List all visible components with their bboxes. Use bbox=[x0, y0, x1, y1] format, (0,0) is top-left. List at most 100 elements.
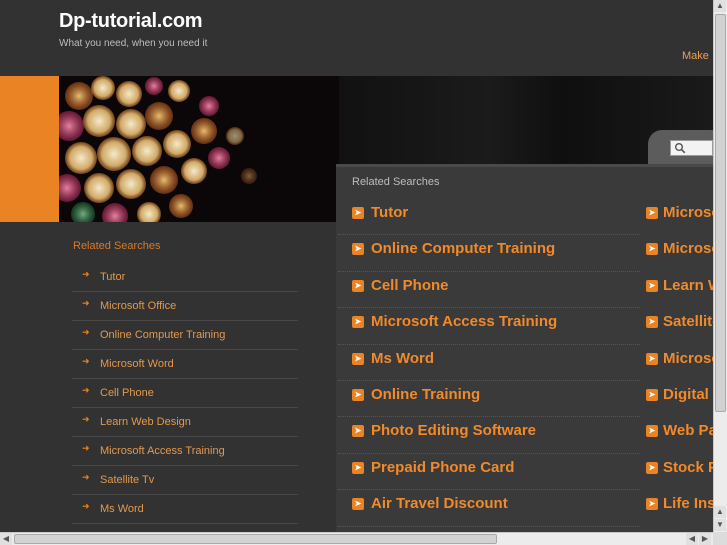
orange-arrow-icon: ➤ bbox=[646, 461, 658, 474]
orange-arrow-icon: ➤ bbox=[352, 352, 364, 365]
related-link[interactable]: ➤ Microsoft Word bbox=[643, 235, 713, 271]
orange-arrow-icon: ➤ bbox=[352, 279, 364, 292]
orange-arrow-icon: ➤ bbox=[646, 243, 658, 256]
scrollbar-corner bbox=[713, 532, 727, 545]
sidebar-link[interactable]: ➜ Ms Word bbox=[72, 495, 298, 524]
horizontal-scroll-thumb[interactable] bbox=[14, 534, 497, 544]
related-link-label[interactable]: Life Ins bbox=[663, 495, 713, 512]
sidebar-link-label[interactable]: Microsoft Word bbox=[100, 358, 174, 370]
related-link[interactable]: ➤ Tutor bbox=[338, 199, 640, 236]
related-link[interactable]: ➤ Web Pa bbox=[643, 417, 713, 453]
related-link-label[interactable]: Microsoft Word bbox=[663, 240, 713, 257]
scroll-up-icon[interactable]: ▲ bbox=[714, 0, 726, 12]
related-link[interactable]: ➤ Stock P bbox=[643, 454, 713, 490]
sidebar-link[interactable]: ➜ Tutor bbox=[72, 263, 298, 292]
related-link-label[interactable]: Air Travel Discount bbox=[371, 495, 508, 512]
orange-arrow-icon: ➤ bbox=[646, 498, 658, 511]
main-heading: Related Searches bbox=[352, 176, 440, 188]
orange-arrow-icon: ➤ bbox=[352, 425, 364, 438]
related-link[interactable]: ➤ Satellite Tv bbox=[643, 308, 713, 344]
sidebar-link-label[interactable]: Learn Web Design bbox=[100, 416, 191, 428]
sidebar-link[interactable]: ➜ Microsoft Office bbox=[72, 292, 298, 321]
orange-arrow-icon: ➤ bbox=[352, 498, 364, 511]
orange-arrow-icon: ➜ bbox=[82, 414, 90, 424]
vertical-scroll-thumb[interactable] bbox=[715, 14, 726, 412]
orange-arrow-icon: ➤ bbox=[352, 461, 364, 474]
make-homepage-link[interactable]: Make bbox=[682, 50, 709, 62]
related-link[interactable]: ➤ Photo Editing Software bbox=[338, 417, 640, 454]
bokeh-banner-image bbox=[59, 76, 339, 222]
search-input[interactable] bbox=[670, 140, 713, 156]
sidebar-links: ➜ Tutor ➜ Microsoft Office ➜ Online Compute… bbox=[72, 263, 298, 524]
sidebar-link[interactable]: ➜ Cell Phone bbox=[72, 379, 298, 408]
related-link[interactable]: ➤ Online Computer Training bbox=[338, 235, 640, 272]
horizontal-scrollbar[interactable]: ◀ ◀ ▶ bbox=[0, 532, 713, 545]
related-link-label[interactable]: Prepaid Phone Card bbox=[371, 459, 514, 476]
sidebar-heading: Related Searches bbox=[73, 240, 161, 252]
related-link-label[interactable]: Digital P bbox=[663, 386, 713, 403]
related-link-label[interactable]: Cell Phone bbox=[371, 277, 449, 294]
scroll-left-icon[interactable]: ◀ bbox=[0, 533, 12, 545]
related-link[interactable]: ➤ Air Travel Discount bbox=[338, 490, 640, 527]
sidebar-link[interactable]: ➜ Learn Web Design bbox=[72, 408, 298, 437]
orange-arrow-icon: ➜ bbox=[82, 269, 90, 279]
orange-arrow-icon: ➤ bbox=[352, 388, 364, 401]
related-link[interactable]: ➤ Digital P bbox=[643, 381, 713, 417]
related-link-label[interactable]: Online Training bbox=[371, 386, 480, 403]
related-link[interactable]: ➤ Microsoft Office bbox=[643, 199, 713, 235]
related-link-label[interactable]: Microsoft Access Training bbox=[371, 313, 557, 330]
vertical-scrollbar[interactable]: ▲ ▲ ▼ bbox=[713, 0, 727, 532]
sidebar-link[interactable]: ➜ Microsoft Access Training bbox=[72, 437, 298, 466]
orange-arrow-icon: ➤ bbox=[352, 243, 364, 256]
related-link[interactable]: ➤ Ms Word bbox=[338, 345, 640, 381]
magnifier-icon bbox=[675, 143, 686, 154]
sidebar-link[interactable]: ➜ Satellite Tv bbox=[72, 466, 298, 495]
related-link-label[interactable]: Satellite Tv bbox=[663, 313, 713, 330]
orange-arrow-icon: ➤ bbox=[646, 388, 658, 401]
scroll-left-icon[interactable]: ◀ bbox=[686, 533, 698, 545]
orange-accent-bar bbox=[0, 76, 59, 222]
site-title[interactable]: Dp-tutorial.com bbox=[59, 10, 203, 33]
related-link-label[interactable]: Learn Web Design bbox=[663, 277, 713, 294]
sidebar-link-label[interactable]: Microsoft Access Training bbox=[100, 445, 225, 457]
related-link[interactable]: ➤ Online Training bbox=[338, 381, 640, 418]
scroll-down-icon[interactable]: ▼ bbox=[714, 519, 726, 531]
sidebar-link[interactable]: ➜ Online Computer Training bbox=[72, 321, 298, 350]
orange-arrow-icon: ➤ bbox=[646, 316, 658, 329]
scroll-up-icon[interactable]: ▲ bbox=[714, 506, 726, 518]
orange-arrow-icon: ➤ bbox=[352, 316, 364, 329]
related-link-label[interactable]: Stock P bbox=[663, 459, 713, 476]
related-link[interactable]: ➤ Microsoft Access Training bbox=[338, 308, 640, 345]
site-tagline: What you need, when you need it bbox=[59, 38, 208, 49]
orange-arrow-icon: ➤ bbox=[646, 352, 658, 365]
related-link[interactable]: ➤ Prepaid Phone Card bbox=[338, 454, 640, 491]
orange-arrow-icon: ➜ bbox=[82, 298, 90, 308]
scroll-right-icon[interactable]: ▶ bbox=[699, 533, 711, 545]
related-link[interactable]: ➤ Learn Web Design bbox=[643, 272, 713, 308]
related-link[interactable]: ➤ Microsoft bbox=[643, 345, 713, 381]
orange-arrow-icon: ➜ bbox=[82, 443, 90, 453]
sidebar-link-label[interactable]: Satellite Tv bbox=[100, 474, 154, 486]
orange-arrow-icon: ➜ bbox=[82, 356, 90, 366]
related-link-label[interactable]: Tutor bbox=[371, 204, 408, 221]
related-link-label[interactable]: Web Pa bbox=[663, 422, 713, 439]
sidebar-link-label[interactable]: Online Computer Training bbox=[100, 329, 225, 341]
related-link-label[interactable]: Microsoft bbox=[663, 350, 713, 367]
sidebar-link-label[interactable]: Microsoft Office bbox=[100, 300, 176, 312]
orange-arrow-icon: ➤ bbox=[646, 425, 658, 438]
orange-arrow-icon: ➤ bbox=[352, 207, 364, 219]
related-links-right: ➤ Microsoft Office ➤ Microsoft Word ➤ Learn… bbox=[643, 199, 713, 527]
related-link-label[interactable]: Ms Word bbox=[371, 350, 434, 367]
sidebar-link-label[interactable]: Cell Phone bbox=[100, 387, 154, 399]
related-link-label[interactable]: Online Computer Training bbox=[371, 240, 555, 257]
orange-arrow-icon: ➜ bbox=[82, 327, 90, 337]
sidebar-link[interactable]: ➜ Microsoft Word bbox=[72, 350, 298, 379]
related-link-label[interactable]: Microsoft Office bbox=[663, 204, 713, 221]
sidebar-link-label[interactable]: Ms Word bbox=[100, 503, 144, 515]
related-link[interactable]: ➤ Life Ins bbox=[643, 490, 713, 526]
related-links-left: ➤ Tutor ➤ Online Computer Training ➤ Cell P… bbox=[338, 199, 640, 527]
related-link[interactable]: ➤ Cell Phone bbox=[338, 272, 640, 309]
sidebar-link-label[interactable]: Tutor bbox=[100, 271, 125, 283]
orange-arrow-icon: ➜ bbox=[82, 385, 90, 395]
related-link-label[interactable]: Photo Editing Software bbox=[371, 422, 536, 439]
